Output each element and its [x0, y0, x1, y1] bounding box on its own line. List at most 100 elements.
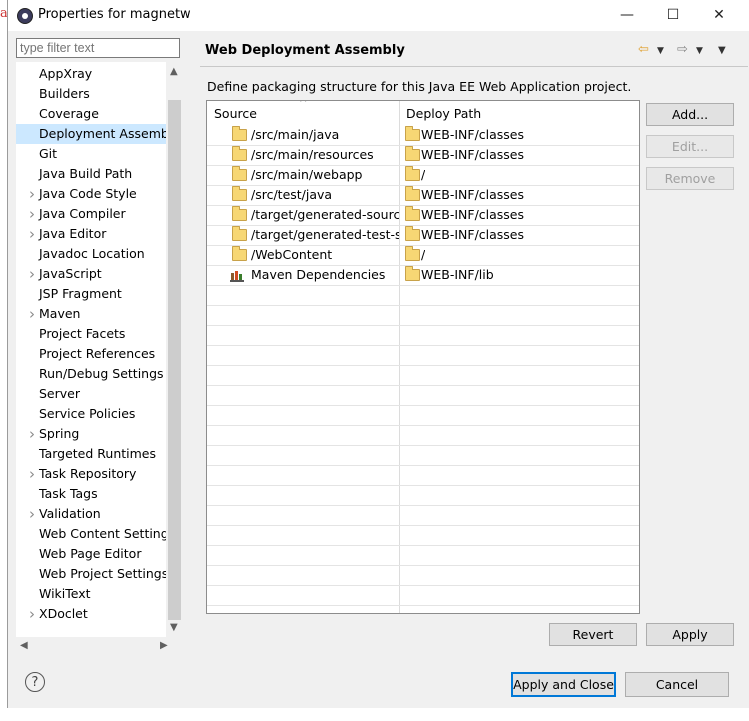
- forward-menu-icon[interactable]: ▼: [696, 46, 703, 56]
- folder-icon: [232, 146, 247, 161]
- cancel-button[interactable]: Cancel: [625, 672, 729, 697]
- apply-and-close-button[interactable]: Apply and Close: [511, 672, 616, 697]
- remove-button[interactable]: Remove: [646, 167, 734, 190]
- table-row[interactable]: /target/generated-sources/annotations WEB…: [207, 205, 639, 226]
- tree-item-label: WikiText: [39, 586, 91, 601]
- tree-vertical-scrollbar[interactable]: ▲ ▼: [166, 62, 183, 637]
- expand-chevron-icon[interactable]: ›: [29, 464, 35, 484]
- tree-item[interactable]: AppXray: [16, 64, 174, 84]
- maximize-button[interactable]: ☐: [650, 0, 696, 31]
- column-header-source[interactable]: Source: [214, 106, 257, 121]
- tree-item-label: Coverage: [39, 106, 99, 121]
- tree-item[interactable]: Builders: [16, 84, 174, 104]
- tree-item[interactable]: JSP Fragment: [16, 284, 174, 304]
- expand-chevron-icon[interactable]: ›: [29, 424, 35, 444]
- tree-item[interactable]: › XDoclet: [16, 604, 174, 624]
- table-row: [207, 465, 639, 486]
- table-row: [207, 305, 639, 326]
- tree-item-label: Task Repository: [39, 466, 137, 481]
- tree-item[interactable]: Targeted Runtimes: [16, 444, 174, 464]
- table-row: [207, 345, 639, 366]
- table-row: [207, 545, 639, 566]
- edit-button[interactable]: Edit...: [646, 135, 734, 158]
- expand-chevron-icon[interactable]: ›: [29, 204, 35, 224]
- tree-item[interactable]: Coverage: [16, 104, 174, 124]
- tree-item[interactable]: Server: [16, 384, 174, 404]
- tree-item[interactable]: Task Tags: [16, 484, 174, 504]
- tree-item-label: Javadoc Location: [39, 246, 145, 261]
- table-row[interactable]: /src/main/webapp /: [207, 165, 639, 186]
- tree-item[interactable]: Project References: [16, 344, 174, 364]
- tree-item[interactable]: › Java Code Style: [16, 184, 174, 204]
- expand-chevron-icon[interactable]: ›: [29, 224, 35, 244]
- source-cell: /target/generated-sources/annotations: [251, 207, 399, 222]
- scroll-down-icon[interactable]: ▼: [170, 622, 178, 633]
- tree-item[interactable]: › Java Editor: [16, 224, 174, 244]
- maven-library-icon: [230, 268, 244, 282]
- filter-input[interactable]: [16, 38, 180, 58]
- tree-item[interactable]: Web Page Editor: [16, 544, 174, 564]
- tree-item[interactable]: › Spring: [16, 424, 174, 444]
- add-button[interactable]: Add...: [646, 103, 734, 126]
- tree-item[interactable]: Web Project Settings: [16, 564, 174, 584]
- expand-chevron-icon[interactable]: ›: [29, 604, 35, 624]
- table-row[interactable]: Maven Dependencies WEB-INF/lib: [207, 265, 639, 286]
- tree-item-label: Run/Debug Settings: [39, 366, 164, 381]
- tree-item[interactable]: › Validation: [16, 504, 174, 524]
- scroll-up-icon[interactable]: ▲: [170, 66, 178, 77]
- table-row[interactable]: /src/test/java WEB-INF/classes: [207, 185, 639, 206]
- folder-icon: [232, 166, 247, 181]
- revert-button[interactable]: Revert: [549, 623, 637, 646]
- tree-item[interactable]: Git: [16, 144, 174, 164]
- tree-item-label: JavaScript: [39, 266, 102, 281]
- folder-icon: [405, 206, 420, 221]
- tree-item[interactable]: › Java Compiler: [16, 204, 174, 224]
- back-arrow-icon[interactable]: ⇦: [638, 42, 649, 57]
- tree-item[interactable]: › JavaScript: [16, 264, 174, 284]
- close-button[interactable]: ✕: [696, 0, 742, 31]
- apply-button[interactable]: Apply: [646, 623, 734, 646]
- tree-item[interactable]: Javadoc Location: [16, 244, 174, 264]
- column-header-deploy-path[interactable]: Deploy Path: [406, 106, 481, 121]
- tree-item[interactable]: WikiText: [16, 584, 174, 604]
- expand-chevron-icon[interactable]: ›: [29, 264, 35, 284]
- table-row[interactable]: /src/main/java WEB-INF/classes: [207, 125, 639, 146]
- tree-item-label: Server: [39, 386, 80, 401]
- scroll-thumb[interactable]: [168, 100, 181, 620]
- eclipse-icon: [17, 8, 33, 24]
- tree-item[interactable]: › Task Repository: [16, 464, 174, 484]
- table-row: [207, 325, 639, 346]
- tree-item[interactable]: Web Content Settings: [16, 524, 175, 544]
- source-cell: /src/main/java: [251, 127, 340, 142]
- minimize-button[interactable]: —: [604, 0, 650, 31]
- tree-item-label: Spring: [39, 426, 80, 441]
- help-icon[interactable]: ?: [25, 672, 45, 692]
- folder-icon: [232, 186, 247, 201]
- tree-item[interactable]: Project Facets: [16, 324, 174, 344]
- title-bar: Properties for magnetw — ☐ ✕: [8, 0, 749, 31]
- table-row[interactable]: /WebContent /: [207, 245, 639, 266]
- tree-item[interactable]: Run/Debug Settings: [16, 364, 174, 384]
- back-menu-icon[interactable]: ▼: [657, 46, 664, 56]
- scroll-left-icon[interactable]: ◀: [20, 640, 28, 651]
- expand-chevron-icon[interactable]: ›: [29, 504, 35, 524]
- scroll-right-icon[interactable]: ▶: [160, 640, 168, 651]
- table-row[interactable]: /target/generated-test-sources/test-anno…: [207, 225, 639, 246]
- tree-item[interactable]: › Maven: [16, 304, 174, 324]
- view-menu-icon[interactable]: ▼: [718, 45, 726, 56]
- tree-item[interactable]: Service Policies: [16, 404, 174, 424]
- tree-item-label: Web Project Settings: [39, 566, 169, 581]
- folder-icon: [405, 246, 420, 261]
- tree-item-label: Task Tags: [39, 486, 98, 501]
- forward-arrow-icon[interactable]: ⇨: [677, 42, 688, 57]
- tree-item[interactable]: Deployment Assembly: [16, 124, 180, 144]
- table-row: [207, 385, 639, 406]
- tree-item-label: Maven: [39, 306, 81, 321]
- tree-item[interactable]: Java Build Path: [16, 164, 174, 184]
- deploy-path-cell: WEB-INF/lib: [421, 267, 494, 282]
- expand-chevron-icon[interactable]: ›: [29, 184, 35, 204]
- table-row: [207, 505, 639, 526]
- expand-chevron-icon[interactable]: ›: [29, 304, 35, 324]
- tree-horizontal-scrollbar[interactable]: ◀ ▶: [16, 637, 182, 654]
- table-row[interactable]: /src/main/resources WEB-INF/classes: [207, 145, 639, 166]
